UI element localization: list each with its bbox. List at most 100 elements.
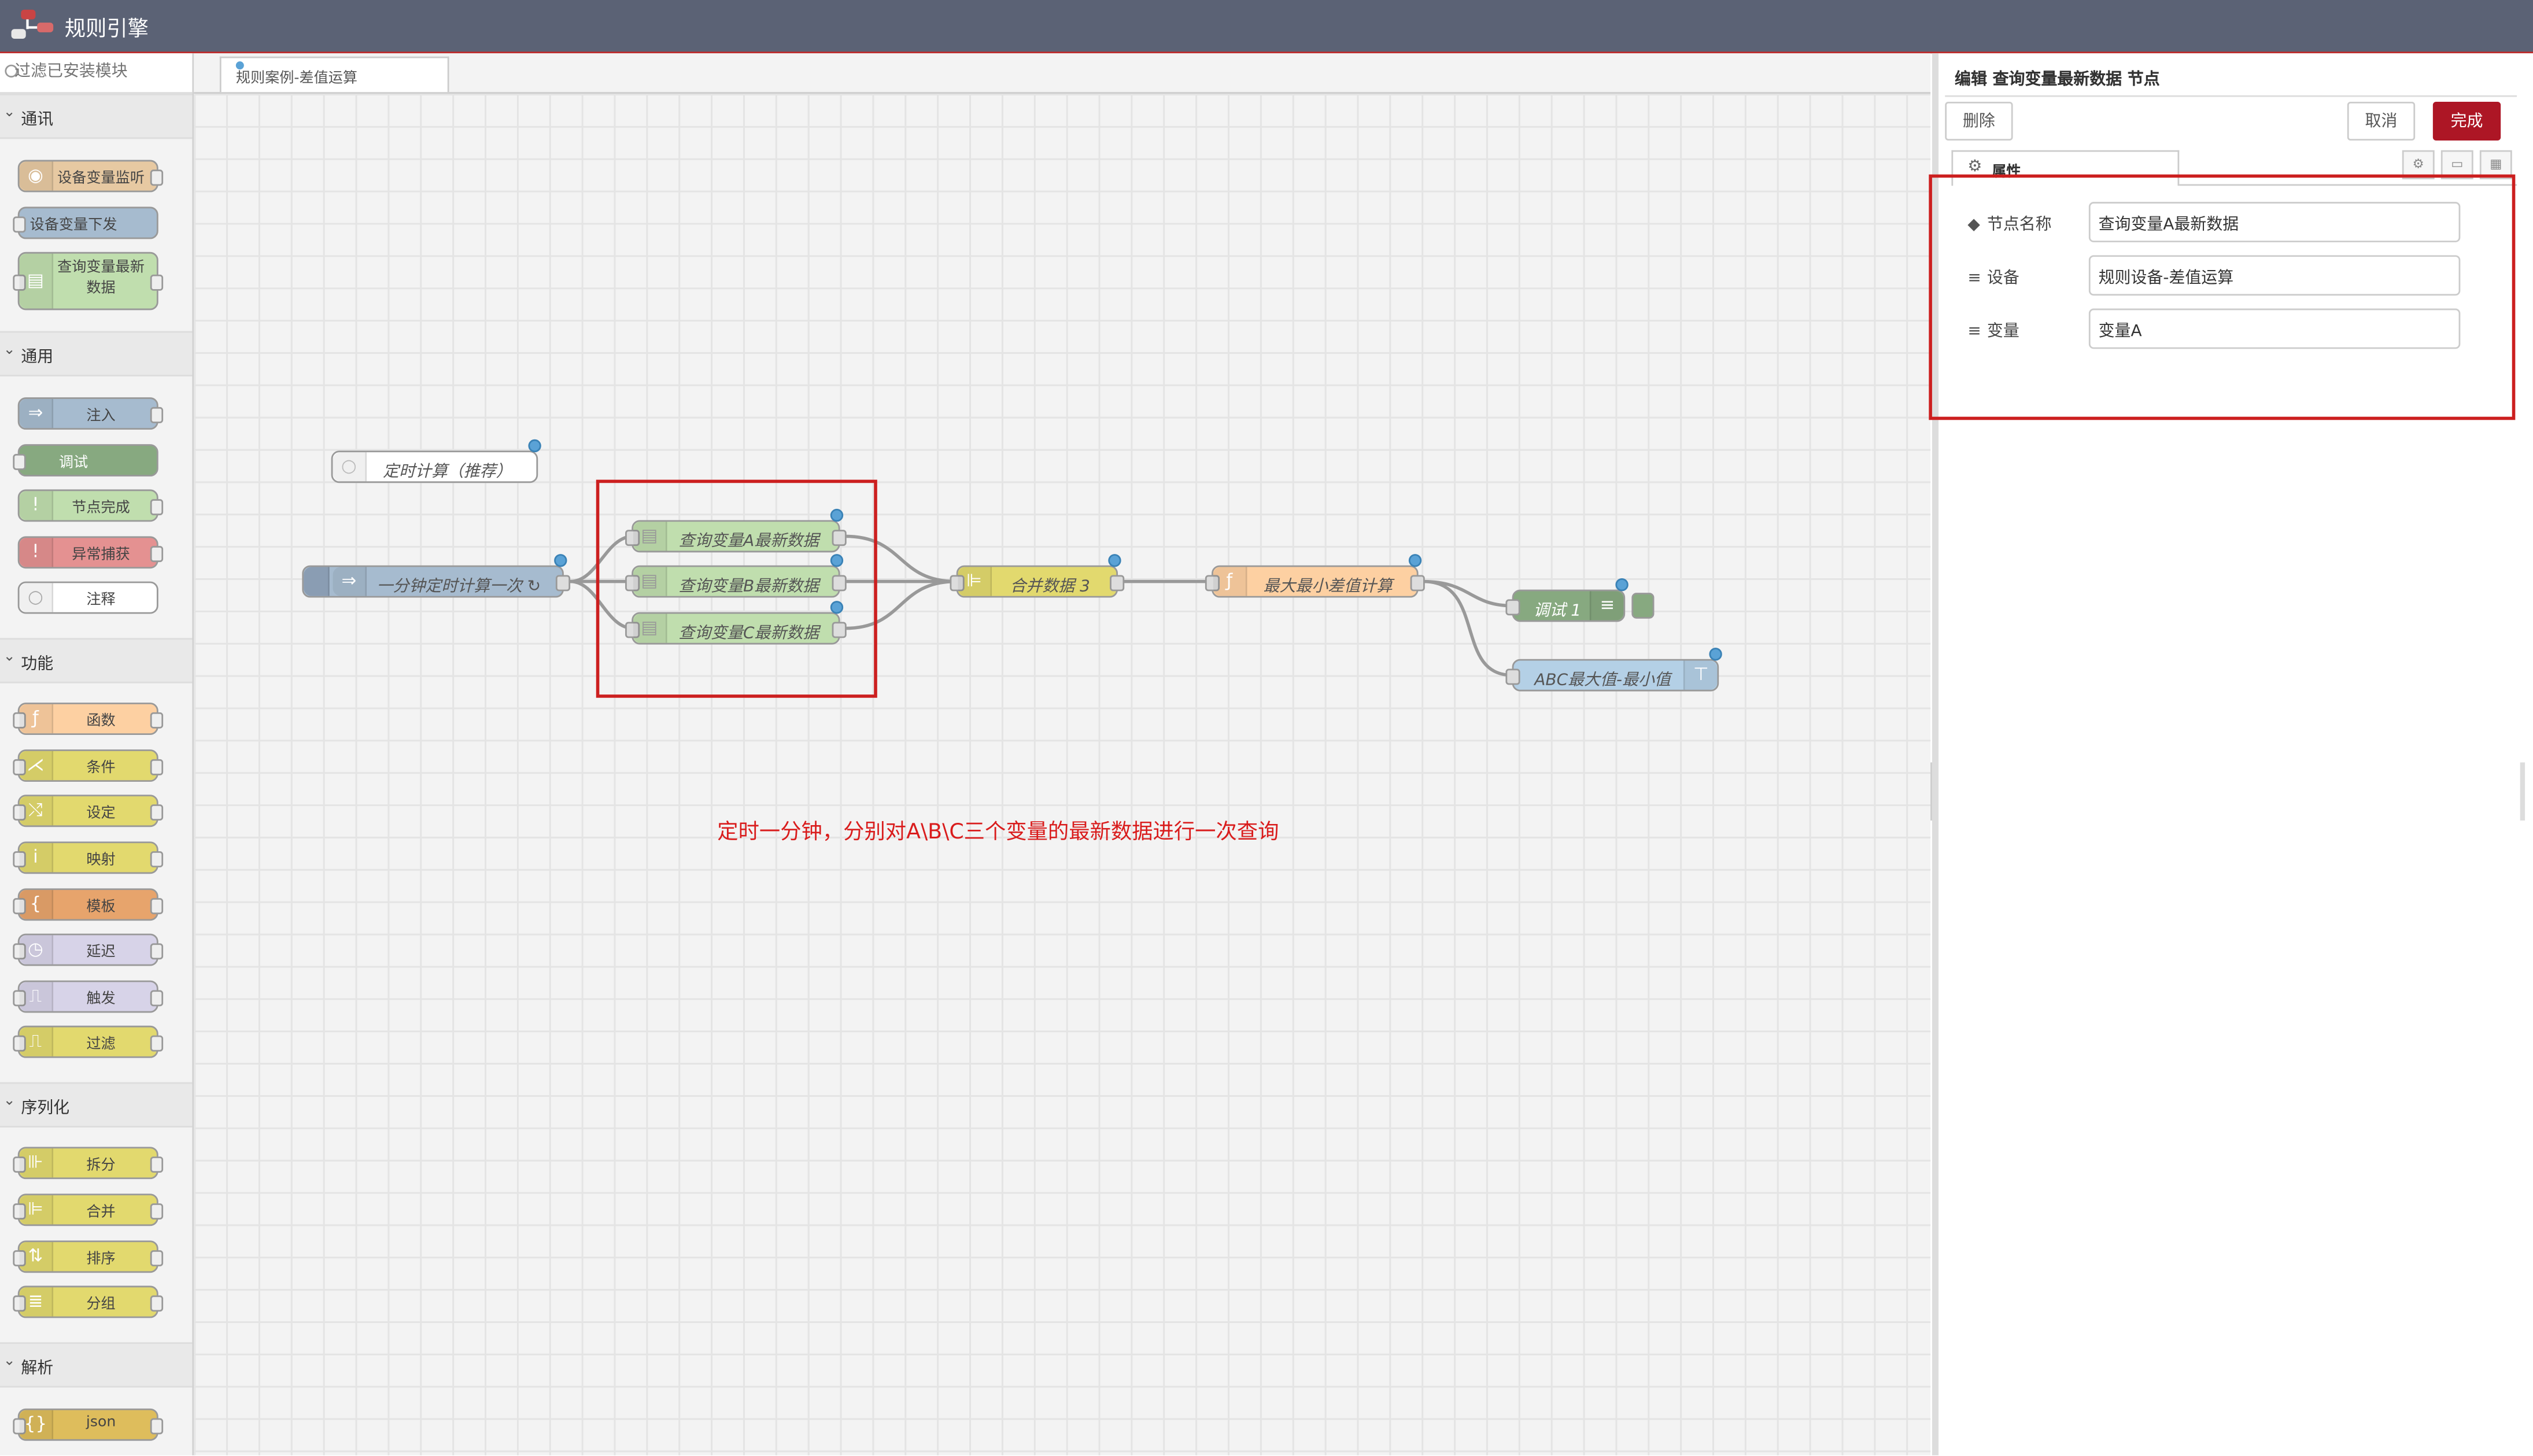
output-port: [150, 1156, 164, 1173]
field-label: ◆ 节点名称: [1967, 210, 2051, 234]
palette-category-function[interactable]: ⌄ 功能: [0, 638, 193, 683]
palette-node-trigger[interactable]: ⎍ 触发: [13, 980, 164, 1013]
input-port: [1505, 668, 1520, 685]
palette-node-sort[interactable]: ⇅ 排序: [13, 1240, 164, 1273]
palette-node-label: 函数: [86, 714, 116, 730]
chevron-down-icon: ⌄: [3, 649, 16, 666]
palette-category-parser[interactable]: ⌄ 解析: [0, 1342, 193, 1388]
node-label: 调试 1: [1533, 602, 1582, 620]
highlight-box: [596, 479, 877, 698]
palette-node-label: 模板: [86, 899, 116, 916]
palette-node-json[interactable]: {} json: [13, 1408, 164, 1441]
wire: [1423, 579, 1512, 677]
chevron-down-icon: ⌄: [3, 342, 16, 359]
batch-icon: ≣: [19, 1287, 54, 1317]
delete-button[interactable]: 删除: [1945, 101, 2013, 141]
palette-node-label: 映射: [86, 852, 116, 869]
split-icon: ⊪: [19, 1148, 54, 1178]
clock-icon: ◷: [19, 935, 54, 964]
changed-indicator: [554, 554, 567, 567]
output-port: [1110, 575, 1125, 592]
send-icon: ⊤: [1683, 660, 1718, 690]
tag-icon: ◆: [1967, 216, 1980, 235]
palette-node-query-latest[interactable]: ▤ 查询变量最新数据: [13, 252, 164, 311]
flow-node-output[interactable]: ABC最大值-最小值 ⊤: [1505, 648, 1722, 692]
variable-input[interactable]: [2088, 308, 2461, 349]
app-header: 规则引擎: [0, 0, 2533, 54]
palette-node-label: 注入: [86, 408, 116, 425]
flow-wires: [570, 534, 1512, 677]
palette-node-inject[interactable]: ⇒ 注入: [17, 397, 164, 430]
workspace: 规则案例-差值运算 ○ 定时计算（推荐） ⇒ 一分钟定时计算一次 ↻ ▤ 查询变…: [194, 53, 1931, 1455]
exclamation-icon: !: [19, 538, 54, 567]
field-device: ≡ 设备: [1967, 255, 2501, 297]
palette-node-join[interactable]: ⊫ 合并: [13, 1193, 164, 1226]
output-port: [150, 1203, 164, 1220]
output-port: [150, 898, 164, 915]
output-port: [150, 1035, 164, 1052]
palette-node-delay[interactable]: ◷ 延迟: [13, 933, 164, 966]
palette-node-label: 拆分: [86, 1158, 116, 1174]
palette-category-sequence[interactable]: ⌄ 序列化: [0, 1082, 193, 1128]
palette-node-var-listen[interactable]: ◉ 设备变量监听: [17, 160, 164, 193]
flow-node-inject[interactable]: ⇒ 一分钟定时计算一次 ↻: [302, 554, 571, 598]
output-port: [150, 1250, 164, 1267]
debug-toggle-button[interactable]: [1631, 593, 1655, 619]
changed-indicator: [1408, 554, 1422, 567]
palette-node-batch[interactable]: ≣ 分组: [13, 1285, 164, 1318]
palette-node-function[interactable]: ƒ 函数: [13, 703, 164, 735]
palette-node-var-send[interactable]: 设备变量下发: [13, 206, 158, 239]
palette-node-debug[interactable]: 调试: [13, 444, 158, 477]
inject-button[interactable]: [304, 567, 330, 596]
field-label: ≡ 设备: [1967, 263, 2019, 287]
palette-node-complete[interactable]: ! 节点完成: [17, 489, 164, 522]
palette-search-input[interactable]: [14, 60, 184, 84]
category-label: 通讯: [21, 111, 54, 130]
logo-icon: [11, 9, 54, 39]
output-port: [150, 274, 164, 291]
output-port: [150, 169, 164, 186]
palette-node-label: 延迟: [86, 945, 116, 962]
palette-node-split[interactable]: ⊪ 拆分: [13, 1147, 164, 1180]
panel-scroll-handle[interactable]: [2520, 762, 2525, 821]
palette-category-common[interactable]: ⌄ 通用: [0, 331, 193, 376]
flow-canvas[interactable]: ○ 定时计算（推荐） ⇒ 一分钟定时计算一次 ↻ ▤ 查询变量A最新数据 ▤ 查…: [194, 94, 1931, 1455]
palette-node-label: 查询变量最新数据: [57, 260, 145, 297]
join-icon: ⊫: [19, 1195, 54, 1225]
arrow-right-icon: ⇒: [19, 398, 54, 428]
device-input[interactable]: [2088, 255, 2461, 296]
flow-node-comment[interactable]: ○ 定时计算（推荐）: [331, 439, 541, 483]
node-label: 最大最小差值计算: [1263, 578, 1393, 596]
changed-indicator: [528, 439, 541, 453]
palette-node-filter[interactable]: ⎍ 过滤: [13, 1025, 164, 1058]
tab-flow[interactable]: 规则案例-差值运算: [219, 56, 449, 93]
category-label: 解析: [21, 1360, 54, 1378]
node-label: 合并数据 3: [1010, 578, 1090, 596]
done-button[interactable]: 完成: [2432, 101, 2501, 141]
output-port: [150, 759, 164, 775]
flow-node-function[interactable]: ƒ 最大最小差值计算: [1205, 554, 1425, 598]
palette-node-switch[interactable]: ⋌ 条件: [13, 749, 164, 782]
output-port: [150, 712, 164, 729]
node-name-input[interactable]: [2088, 202, 2461, 243]
palette-node-label: 条件: [86, 760, 116, 777]
trigger-icon: ⎍: [19, 982, 54, 1011]
flow-node-debug[interactable]: 调试 1 ≡: [1505, 578, 1629, 622]
output-port: [150, 804, 164, 821]
list-icon: ≡: [1967, 269, 1981, 288]
function-icon: ƒ: [19, 704, 54, 734]
output-port: [150, 499, 164, 516]
palette-category-comm[interactable]: ⌄ 通讯: [0, 94, 193, 139]
palette-node-catch[interactable]: ! 异常捕获: [17, 536, 164, 569]
comment-icon: ○: [333, 452, 367, 482]
palette-node-change[interactable]: ⤭ 设定: [13, 794, 164, 827]
palette-node-template[interactable]: { 模板: [13, 888, 164, 921]
cancel-button[interactable]: 取消: [2347, 101, 2416, 141]
output-port: [150, 407, 164, 423]
category-label: 通用: [21, 349, 54, 367]
gear-icon: ⚙: [1967, 158, 1982, 176]
palette-node-comment[interactable]: ○ 注释: [17, 581, 158, 614]
palette-node-range[interactable]: i 映射: [13, 841, 164, 874]
node-palette: ⌄ 通讯 ◉ 设备变量监听 设备变量下发 ▤ 查询变量最新数据 ⌄ 通用 ⇒ 注…: [0, 53, 194, 1455]
flow-node-join[interactable]: ⊫ 合并数据 3: [950, 554, 1125, 598]
